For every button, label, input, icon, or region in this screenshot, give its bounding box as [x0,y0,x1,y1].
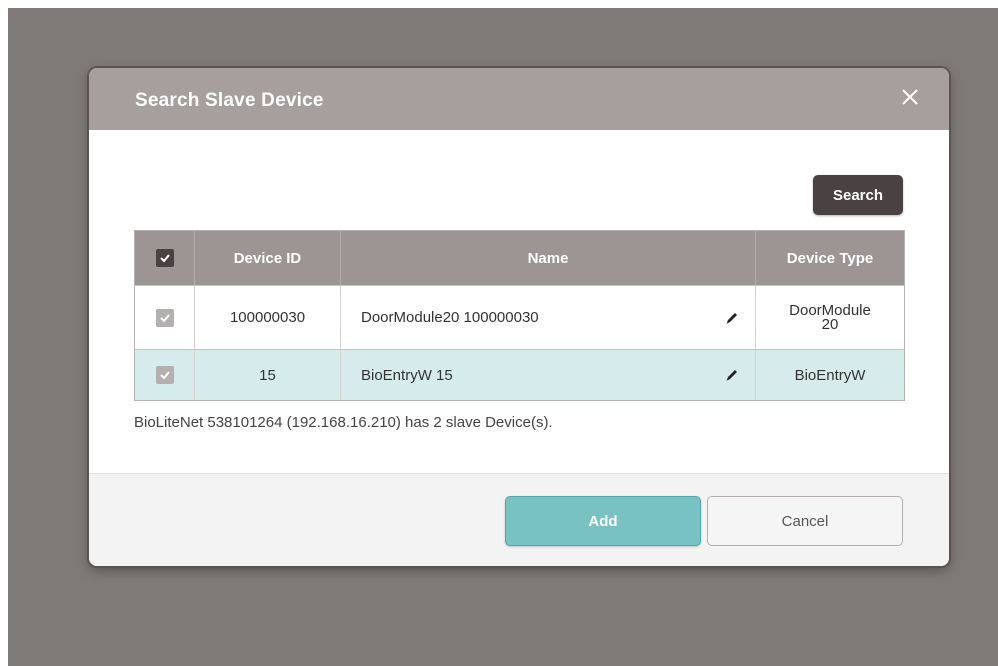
column-header-device-type[interactable]: Device Type [756,231,904,285]
row-checkbox-cell [135,286,195,349]
select-all-checkbox[interactable] [155,249,174,267]
device-type-line1: BioEntryW [794,366,866,384]
search-button[interactable]: Search [813,175,903,215]
search-slave-device-dialog: Search Slave Device Search Device ID Nam… [89,68,949,566]
table-row[interactable]: 100000030 DoorModule20 100000030 DoorMod… [135,285,904,349]
dialog-title: Search Slave Device [135,90,324,111]
cancel-button[interactable]: Cancel [707,496,903,546]
slave-device-summary: BioLiteNet 538101264 (192.168.16.210) ha… [134,414,553,431]
device-name-label: BioEntryW 15 [361,366,453,384]
add-button[interactable]: Add [505,496,701,546]
dialog-header: Search Slave Device [89,68,949,130]
checkmark-icon [159,371,170,380]
device-name-cell: DoorModule20 100000030 [341,286,756,349]
header-checkbox-cell [135,231,195,285]
table-header: Device ID Name Device Type [135,231,904,285]
close-button[interactable] [897,84,923,110]
row-checkbox[interactable] [155,308,174,327]
close-icon [902,89,918,105]
pencil-icon[interactable] [723,309,741,327]
checkmark-icon [159,313,170,322]
row-checkbox[interactable] [155,366,174,384]
column-header-name-label: Name [527,249,569,267]
column-header-device-id[interactable]: Device ID [195,231,341,285]
table-row[interactable]: 15 BioEntryW 15 BioEntryW [135,349,904,400]
slave-device-table: Device ID Name Device Type 100000030 Doo… [134,230,905,401]
device-name-cell: BioEntryW 15 [341,350,756,400]
device-type-cell: BioEntryW [756,350,904,400]
device-id-cell: 100000030 [195,286,341,349]
row-checkbox-cell [135,350,195,400]
device-name-label: DoorModule20 100000030 [361,309,539,326]
device-type-cell: DoorModule 20 [756,286,904,349]
pencil-icon[interactable] [723,366,741,384]
checkmark-icon [159,254,170,263]
column-header-name[interactable]: Name [341,231,756,285]
device-type-line2: 20 [821,315,839,333]
device-id-cell: 15 [195,350,341,400]
